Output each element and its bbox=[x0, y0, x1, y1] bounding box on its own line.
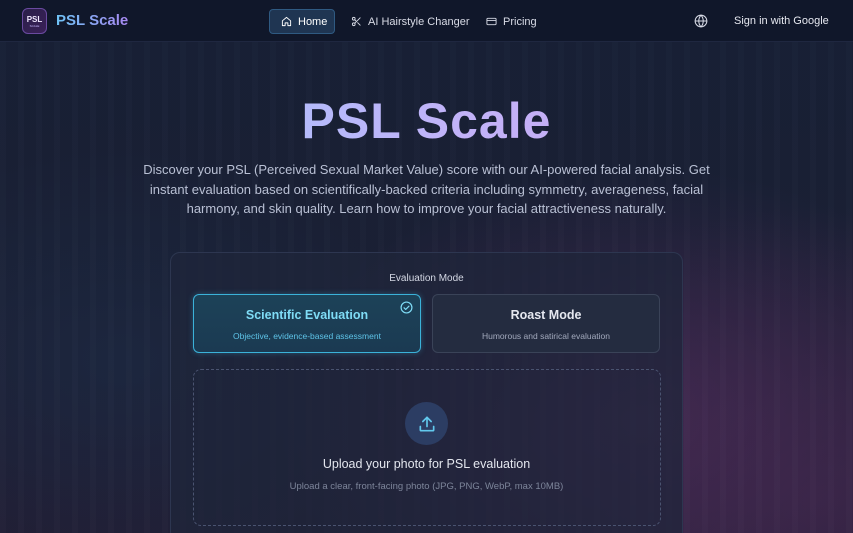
nav-pricing[interactable]: Pricing bbox=[486, 9, 537, 34]
mode-subtitle: Humorous and satirical evaluation bbox=[481, 331, 611, 341]
upload-icon bbox=[419, 416, 434, 431]
logo[interactable]: PSL SCALE bbox=[22, 8, 47, 34]
check-circle-icon bbox=[400, 301, 413, 314]
nav-hairstyle-label: AI Hairstyle Changer bbox=[368, 15, 470, 28]
globe-icon[interactable] bbox=[694, 14, 708, 28]
upload-title: Upload your photo for PSL evaluation bbox=[322, 457, 531, 471]
logo-subtext: SCALE bbox=[29, 23, 40, 28]
nav-hairstyle-changer[interactable]: AI Hairstyle Changer bbox=[349, 9, 470, 34]
top-nav: PSL SCALE PSL Scale Home AI Hairstyle Ch… bbox=[0, 0, 853, 42]
photo-dropzone[interactable] bbox=[193, 369, 661, 526]
logo-text: PSL bbox=[26, 14, 43, 24]
upload-subtitle: Upload a clear, front-facing photo (JPG,… bbox=[289, 481, 564, 492]
nav-pricing-label: Pricing bbox=[503, 15, 537, 28]
mode-roast[interactable]: Roast Mode Humorous and satirical evalua… bbox=[432, 294, 660, 353]
nav-home[interactable]: Home bbox=[269, 9, 335, 34]
hero-title: PSL Scale bbox=[0, 92, 853, 150]
mode-scientific-evaluation[interactable]: Scientific Evaluation Objective, evidenc… bbox=[193, 294, 421, 353]
scissors-icon bbox=[351, 16, 361, 27]
home-icon bbox=[281, 16, 292, 27]
nav-home-label: Home bbox=[298, 15, 328, 28]
mode-subtitle: Objective, evidence-based assessment bbox=[233, 331, 381, 341]
mode-title: Roast Mode bbox=[510, 308, 582, 322]
upload-button[interactable] bbox=[405, 402, 448, 445]
brand-name[interactable]: PSL Scale bbox=[56, 12, 128, 29]
evaluation-mode-label: Evaluation Mode bbox=[389, 273, 464, 284]
sign-in-button[interactable]: Sign in with Google bbox=[734, 15, 829, 27]
mode-title: Scientific Evaluation bbox=[245, 308, 369, 322]
hero-description: Discover your PSL (Perceived Sexual Mark… bbox=[143, 162, 710, 216]
credit-card-icon bbox=[486, 17, 497, 26]
